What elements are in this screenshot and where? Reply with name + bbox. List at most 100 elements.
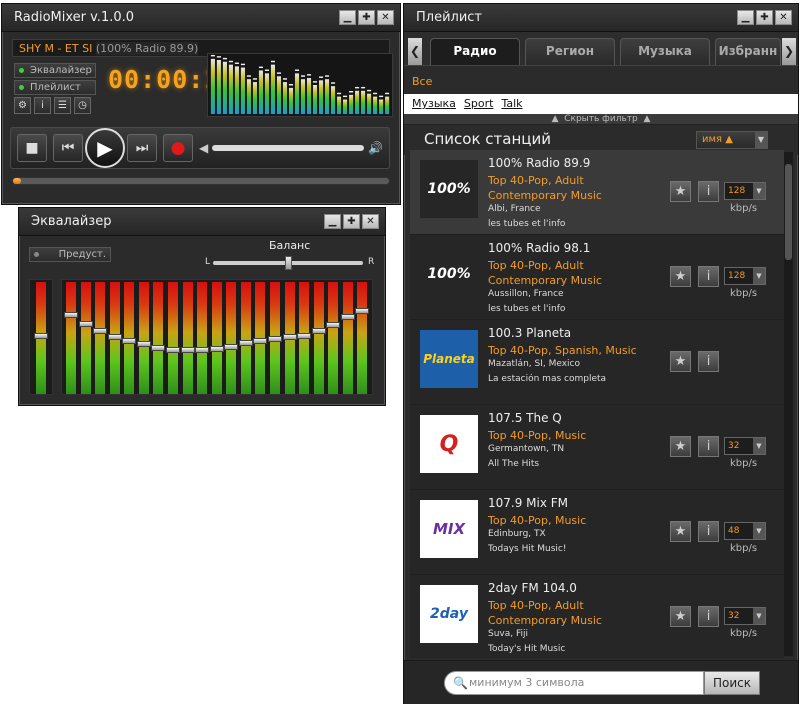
eq-band-knob[interactable] bbox=[224, 343, 239, 350]
info-icon[interactable]: i bbox=[34, 97, 51, 114]
search-button[interactable]: Поиск bbox=[704, 671, 760, 695]
play-button[interactable]: ▶ bbox=[85, 128, 125, 168]
volume-slider[interactable] bbox=[212, 145, 365, 151]
eq-band-knob[interactable] bbox=[326, 321, 341, 328]
eq-band-knob[interactable] bbox=[64, 312, 78, 319]
tab-scroll-right-icon[interactable]: ❯ bbox=[782, 38, 796, 65]
pin-icon[interactable]: ✚ bbox=[358, 10, 375, 25]
eq-band-knob[interactable] bbox=[253, 338, 268, 345]
bitrate-select[interactable]: 32 ▼ bbox=[724, 607, 766, 625]
filter-all[interactable]: Все bbox=[404, 66, 798, 94]
tab-radio[interactable]: Радио bbox=[430, 38, 520, 65]
clock-icon[interactable]: ◷ bbox=[74, 97, 91, 114]
kbps-label: kbp/s bbox=[730, 458, 758, 469]
equalizer-titlebar[interactable]: Эквалайзер ▁ ✚ ✕ bbox=[19, 208, 385, 236]
record-button[interactable]: ● bbox=[163, 134, 193, 162]
eq-band-knob[interactable] bbox=[195, 346, 210, 353]
eq-band-knob[interactable] bbox=[340, 314, 355, 321]
eq-band-knob[interactable] bbox=[297, 332, 312, 339]
equalizer-toggle[interactable]: Эквалайзер bbox=[14, 63, 96, 78]
search-input[interactable]: 🔍 минимум 3 символа bbox=[444, 671, 704, 695]
bitrate-select[interactable]: 32 ▼ bbox=[724, 437, 766, 455]
station-info-icon[interactable]: i bbox=[698, 521, 719, 542]
eq-band-knob[interactable] bbox=[136, 341, 151, 348]
favorite-star-icon[interactable]: ★ bbox=[670, 521, 691, 542]
stop-button[interactable]: ■ bbox=[17, 134, 47, 162]
eq-band-knob[interactable] bbox=[238, 340, 253, 347]
spectrum-bar bbox=[331, 86, 336, 115]
close-button[interactable]: ✕ bbox=[377, 10, 394, 25]
station-info-icon[interactable]: i bbox=[698, 266, 719, 287]
spectrum-peak bbox=[210, 54, 215, 57]
playlist-titlebar[interactable]: Плейлист ▁ ✚ ✕ bbox=[404, 4, 798, 32]
tab-scroll-left-icon[interactable]: ❮ bbox=[408, 38, 422, 65]
favorite-star-icon[interactable]: ★ bbox=[670, 181, 691, 202]
station-info-icon[interactable]: i bbox=[698, 351, 719, 372]
station-info-icon[interactable]: i bbox=[698, 436, 719, 457]
close-button[interactable]: ✕ bbox=[362, 214, 379, 229]
eq-band-bar bbox=[138, 282, 149, 394]
eq-band-knob[interactable] bbox=[78, 320, 93, 327]
favorite-star-icon[interactable]: ★ bbox=[670, 266, 691, 287]
bitrate-select[interactable]: 128 ▼ bbox=[724, 182, 766, 200]
spectrum-peak bbox=[288, 84, 294, 86]
favorite-star-icon[interactable]: ★ bbox=[670, 436, 691, 457]
scrollbar-thumb[interactable] bbox=[785, 164, 792, 260]
minimize-button[interactable]: ▁ bbox=[737, 10, 754, 25]
station-info-icon[interactable]: i bbox=[698, 181, 719, 202]
sort-select[interactable]: имя ▲ ▼ bbox=[696, 131, 768, 149]
eq-band-knob[interactable] bbox=[166, 346, 180, 353]
previous-button[interactable]: ⏮ bbox=[53, 134, 83, 162]
subfilter-sport[interactable]: Sport bbox=[464, 97, 494, 114]
spectrum-peak bbox=[349, 91, 354, 93]
station-row[interactable]: 2day 2day FM 104.0 Top 40-Pop, Adult Conte… bbox=[410, 575, 784, 658]
favorite-star-icon[interactable]: ★ bbox=[670, 606, 691, 627]
bitrate-select[interactable]: 48 ▼ bbox=[724, 522, 766, 540]
spectrum-bar bbox=[324, 79, 330, 115]
eq-band-knob[interactable] bbox=[355, 307, 370, 314]
tab-favorites[interactable]: Избранн bbox=[715, 38, 781, 65]
tab-region[interactable]: Регион bbox=[525, 38, 615, 65]
bitrate-select[interactable]: 128 ▼ bbox=[724, 267, 766, 285]
player-titlebar[interactable]: RadioMixer v.1.0.0 ▁ ✚ ✕ bbox=[2, 4, 400, 32]
balance-slider[interactable] bbox=[213, 256, 363, 270]
next-button[interactable]: ⏭ bbox=[127, 134, 157, 162]
pin-icon[interactable]: ✚ bbox=[756, 10, 773, 25]
eq-band-knob[interactable] bbox=[180, 346, 195, 353]
settings-gear-icon[interactable]: ⚙ bbox=[14, 97, 31, 114]
pin-icon[interactable]: ✚ bbox=[343, 214, 360, 229]
station-row[interactable]: Planeta 100.3 Planeta Top 40-Pop, Spanish,… bbox=[410, 320, 784, 405]
eq-band-knob[interactable] bbox=[311, 328, 326, 335]
minimize-button[interactable]: ▁ bbox=[324, 214, 341, 229]
eq-band-knob[interactable] bbox=[151, 344, 166, 351]
eq-band-knob[interactable] bbox=[93, 328, 108, 335]
hide-filter-button[interactable]: ▲ Скрыть фильтр ▲ bbox=[404, 114, 798, 125]
track-progress-bar[interactable] bbox=[12, 177, 390, 185]
station-list-scrollbar[interactable] bbox=[784, 152, 793, 656]
subfilter-music[interactable]: Музыка bbox=[412, 97, 456, 114]
eq-band-knob[interactable] bbox=[107, 333, 122, 340]
station-row[interactable]: MIX 107.9 Mix FM Top 40-Pop, Music Edinburg… bbox=[410, 490, 784, 575]
eq-band-knob[interactable] bbox=[268, 336, 282, 342]
track-station: (100% Radio 89.9) bbox=[95, 42, 199, 56]
station-row[interactable]: 100% 100% Radio 89.9 Top 40-Pop, Adult Con… bbox=[410, 150, 784, 235]
tab-music[interactable]: Музыка bbox=[620, 38, 710, 65]
speaker-low-icon: ◀ bbox=[199, 141, 209, 155]
minimize-button[interactable]: ▁ bbox=[339, 10, 356, 25]
favorite-star-icon[interactable]: ★ bbox=[670, 351, 691, 372]
sliders-icon[interactable]: ☰ bbox=[54, 97, 71, 114]
station-row[interactable]: 100% 100% Radio 98.1 Top 40-Pop, Adult Con… bbox=[410, 235, 784, 320]
eq-band-knob[interactable] bbox=[282, 333, 297, 340]
close-button[interactable]: ✕ bbox=[775, 10, 792, 25]
subfilter-talk[interactable]: Talk bbox=[501, 97, 522, 114]
preset-button[interactable]: Предуст. bbox=[29, 247, 111, 262]
preamp-slider[interactable] bbox=[29, 279, 53, 395]
balance-knob[interactable] bbox=[284, 256, 292, 270]
playlist-toggle[interactable]: Плейлист bbox=[14, 80, 96, 95]
station-row[interactable]: Q 107.5 The Q Top 40-Pop, Music Germantown,… bbox=[410, 405, 784, 490]
preamp-knob[interactable] bbox=[34, 332, 48, 339]
eq-band-knob[interactable] bbox=[122, 338, 137, 345]
balance-right-label: R bbox=[368, 257, 375, 267]
station-info-icon[interactable]: i bbox=[698, 606, 719, 627]
eq-band-knob[interactable] bbox=[209, 345, 224, 352]
